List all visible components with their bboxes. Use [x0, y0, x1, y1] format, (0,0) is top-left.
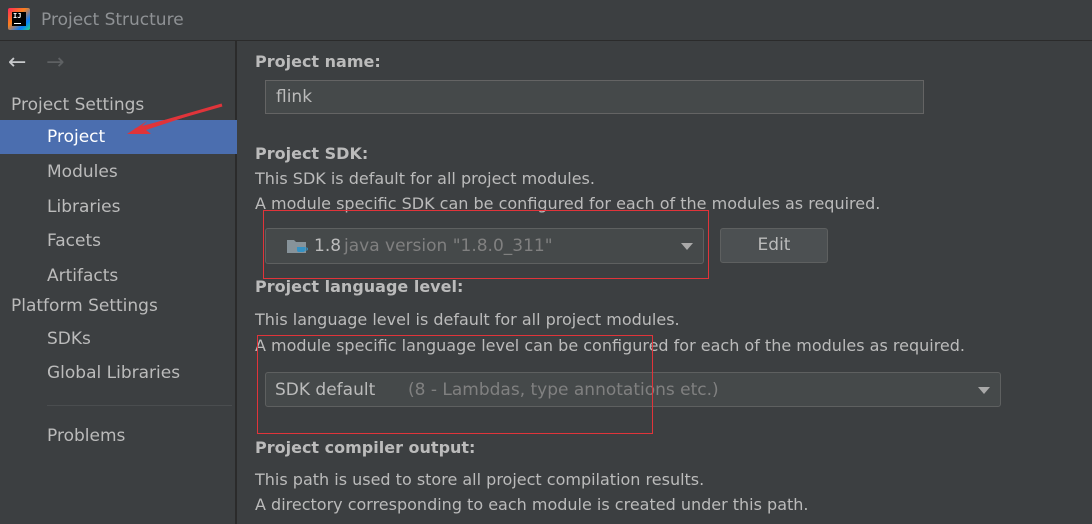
annotation-arrow-icon — [127, 103, 223, 134]
